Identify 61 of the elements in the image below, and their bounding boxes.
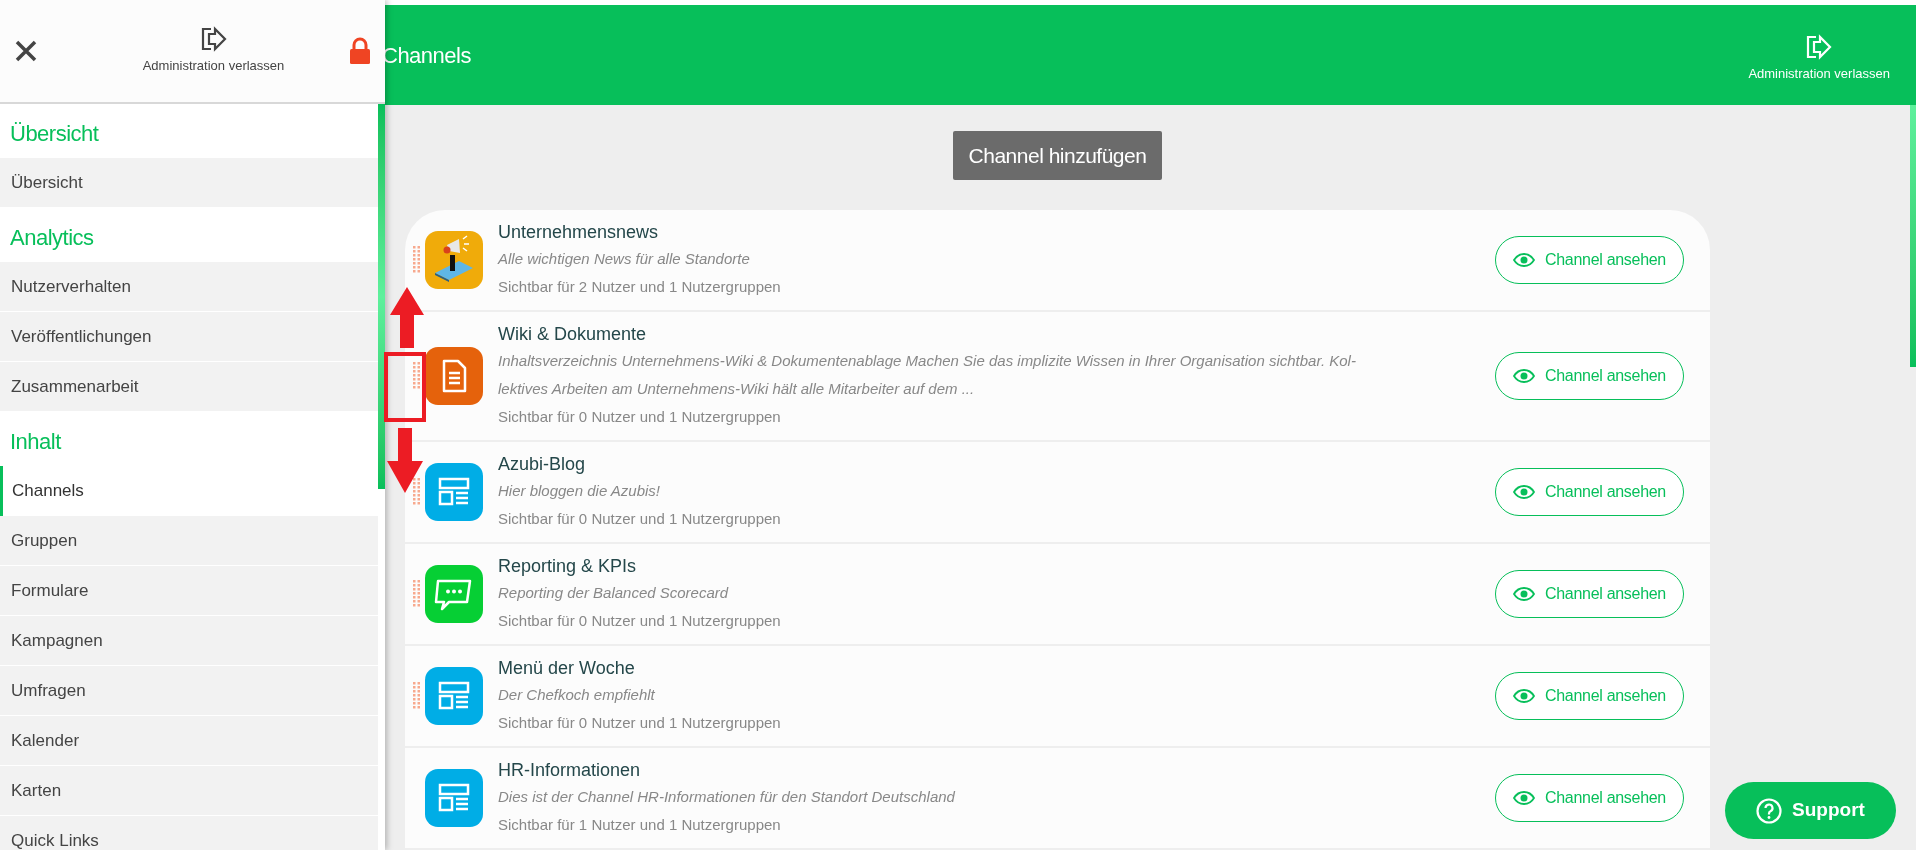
exit-icon[interactable] <box>199 26 228 53</box>
visibility-text: Sichtbar für 0 Nutzer und 1 Nutzergruppen <box>498 509 782 529</box>
arrow-down-annotation <box>387 428 423 493</box>
eye-icon <box>1513 791 1535 805</box>
sidebar-item[interactable]: Zusammenarbeit <box>0 362 378 412</box>
exit-label[interactable]: Administration verlassen <box>142 56 285 76</box>
eye-icon <box>1513 369 1535 383</box>
sidebar-item[interactable]: Quick Links <box>0 816 378 850</box>
scrollbar[interactable] <box>1910 105 1916 367</box>
highlight-box-annotation <box>384 352 426 422</box>
close-icon[interactable] <box>14 39 38 63</box>
section-heading: Analytics <box>10 224 94 252</box>
drag-handle-icon[interactable] <box>413 246 421 274</box>
section-heading: Inhalt <box>10 428 61 456</box>
visibility-text: Sichtbar für 0 Nutzer und 1 Nutzergruppen <box>498 407 782 427</box>
channel-title: Menü der Woche <box>498 657 636 680</box>
channel-description: Der Chefkoch empfiehlt <box>498 685 656 705</box>
channel-title: HR-Informationen <box>498 759 642 782</box>
add-channel-button[interactable]: Channel hinzufügen <box>952 131 1163 180</box>
eye-icon <box>1513 689 1535 703</box>
layout-icon <box>425 463 483 521</box>
sidebar-item[interactable]: Kampagnen <box>0 616 378 666</box>
channel-title: Azubi-Blog <box>498 453 587 476</box>
eye-icon <box>1513 485 1535 499</box>
lock-icon[interactable] <box>349 37 371 65</box>
drag-handle-icon[interactable] <box>413 682 421 710</box>
channel-title: Unternehmensnews <box>498 221 660 244</box>
sidebar-item[interactable]: Karten <box>0 766 378 816</box>
sidebar-item[interactable]: Übersicht <box>0 158 378 208</box>
scrollbar[interactable] <box>378 104 385 489</box>
layout-icon <box>425 667 483 725</box>
sidebar-item[interactable]: Nutzerverhalten <box>0 262 378 312</box>
eye-icon <box>1513 587 1535 601</box>
document-icon <box>425 347 483 405</box>
layout-icon <box>425 769 483 827</box>
section-heading: Übersicht <box>10 120 99 148</box>
channel-title: Wiki & Dokumente <box>498 323 648 346</box>
sidebar-item[interactable]: Veröffentlichungen <box>0 312 378 362</box>
chat-bubble-icon <box>425 565 483 623</box>
visibility-text: Sichtbar für 0 Nutzer und 1 Nutzergruppen <box>498 713 782 733</box>
channel-description: Reporting der Balanced Scorecard <box>498 583 730 603</box>
channel-description: Hier bloggen die Azubis! <box>498 481 662 501</box>
megaphone-icon <box>425 231 483 289</box>
arrow-up-annotation <box>390 287 424 348</box>
drag-handle-icon[interactable] <box>413 478 421 506</box>
help-icon <box>1756 797 1783 824</box>
visibility-text: Sichtbar für 0 Nutzer und 1 Nutzergruppen <box>498 611 782 631</box>
drag-handle-icon[interactable] <box>413 362 421 390</box>
page-title: Channels <box>382 41 471 70</box>
sidebar-item[interactable]: Gruppen <box>0 516 378 566</box>
eye-icon <box>1513 253 1535 267</box>
channel-description: Alle wichtigen News für alle Standorte <box>498 249 751 269</box>
sidebar-item[interactable]: Umfragen <box>0 666 378 716</box>
visibility-text: Sichtbar für 2 Nutzer und 1 Nutzergruppen <box>498 277 782 297</box>
channel-description: Dies ist der Channel HR-Informationen für den Standort Deutschland <box>498 787 956 807</box>
sidebar-item[interactable]: Kalender <box>0 716 378 766</box>
sidebar-item[interactable]: Formulare <box>0 566 378 616</box>
visibility-text: Sichtbar für 1 Nutzer und 1 Nutzergruppen <box>498 815 782 835</box>
channel-description: Inhaltsverzeichnis Unternehmens-Wiki & Dokumentenablage Machen Sie das implizite Wissen in Ihrer Organisation sichtbar. Kol- lektives Arbeiten am Unternehmens-Wiki hält alle Mitarbeiter auf dem ... <box>498 351 1357 399</box>
channel-title: Reporting & KPIs <box>498 555 638 578</box>
drag-handle-icon[interactable] <box>413 580 421 608</box>
